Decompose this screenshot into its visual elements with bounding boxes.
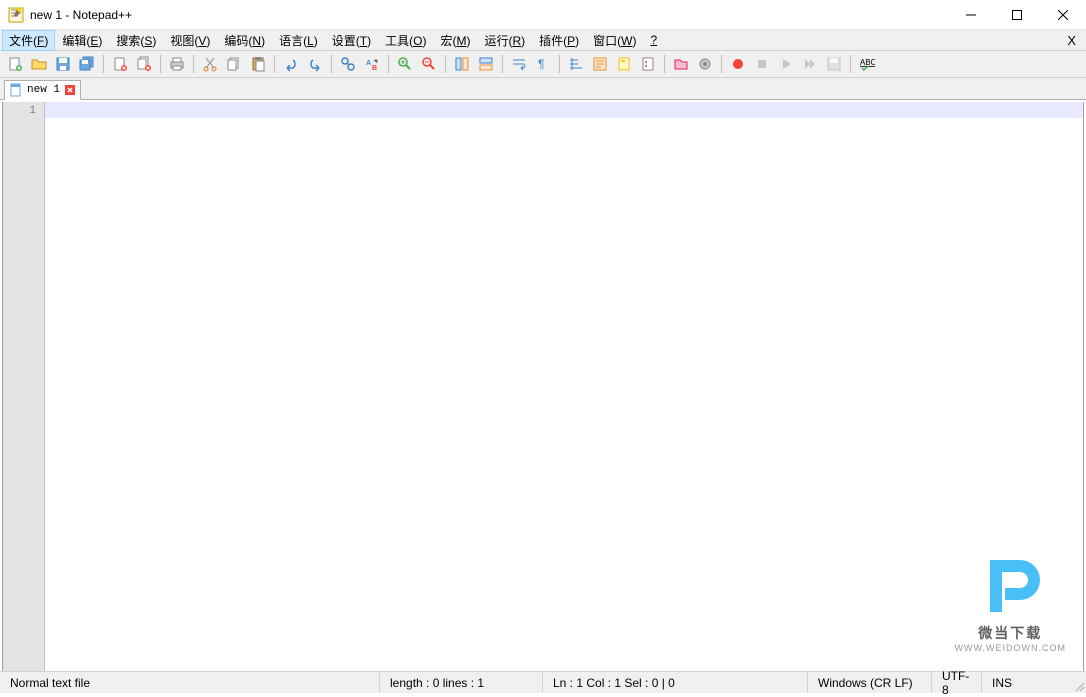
find-button[interactable]	[337, 53, 359, 75]
status-bar: Normal text file length : 0 lines : 1 Ln…	[0, 671, 1086, 693]
play-macro-multi-button[interactable]	[799, 53, 821, 75]
indent-guide-button[interactable]	[565, 53, 587, 75]
status-eol[interactable]: Windows (CR LF)	[808, 672, 932, 693]
editor-area: 1	[2, 102, 1084, 672]
svg-text:B: B	[372, 65, 377, 72]
sync-v-scroll-button[interactable]	[451, 53, 473, 75]
tab-label: new 1	[27, 84, 60, 96]
status-mode[interactable]: INS	[982, 672, 1022, 693]
zoom-in-button[interactable]	[394, 53, 416, 75]
replace-button[interactable]: AB	[361, 53, 383, 75]
user-lang-button[interactable]	[589, 53, 611, 75]
tab-close-button[interactable]	[64, 84, 76, 96]
svg-text:A: A	[366, 60, 371, 67]
cut-button[interactable]	[199, 53, 221, 75]
close-button[interactable]	[1040, 0, 1086, 29]
status-position: Ln : 1 Col : 1 Sel : 0 | 0	[543, 672, 808, 693]
menu-plugins[interactable]: 插件(P)	[532, 30, 586, 51]
line-number-gutter: 1	[3, 102, 45, 671]
save-button[interactable]	[52, 53, 74, 75]
menu-language[interactable]: 语言(L)	[272, 30, 325, 51]
new-file-button[interactable]	[4, 53, 26, 75]
menu-window[interactable]: 窗口(W)	[586, 30, 643, 51]
resize-grip[interactable]	[1070, 677, 1086, 693]
menu-search[interactable]: 搜索(S)	[109, 30, 163, 51]
print-button[interactable]	[166, 53, 188, 75]
undo-button[interactable]	[280, 53, 302, 75]
maximize-button[interactable]	[994, 0, 1040, 29]
doc-list-button[interactable]	[637, 53, 659, 75]
app-icon	[8, 7, 24, 23]
open-file-button[interactable]	[28, 53, 50, 75]
save-all-button[interactable]	[76, 53, 98, 75]
close-file-button[interactable]	[109, 53, 131, 75]
menu-edit[interactable]: 编辑(E)	[55, 30, 109, 51]
status-encoding[interactable]: UTF-8	[932, 672, 982, 693]
status-filetype: Normal text file	[0, 672, 380, 693]
sync-h-scroll-button[interactable]	[475, 53, 497, 75]
redo-button[interactable]	[304, 53, 326, 75]
line-number: 1	[3, 102, 44, 118]
menu-macro[interactable]: 宏(M)	[433, 30, 477, 51]
show-all-chars-button[interactable]: ¶	[532, 53, 554, 75]
folder-workspace-button[interactable]	[694, 53, 716, 75]
window-title: new 1 - Notepad++	[30, 8, 948, 22]
tab-bar: new 1	[0, 78, 1086, 100]
code-editor[interactable]	[45, 102, 1083, 671]
word-wrap-button[interactable]	[508, 53, 530, 75]
spellcheck-button[interactable]: ABC	[856, 53, 878, 75]
menu-encoding[interactable]: 编码(N)	[217, 30, 272, 51]
copy-button[interactable]	[223, 53, 245, 75]
function-list-button[interactable]	[670, 53, 692, 75]
doc-map-button[interactable]	[613, 53, 635, 75]
play-macro-button[interactable]	[775, 53, 797, 75]
save-macro-button[interactable]	[823, 53, 845, 75]
menu-bar: 文件(F) 编辑(E) 搜索(S) 视图(V) 编码(N) 语言(L) 设置(T…	[0, 30, 1086, 51]
minimize-button[interactable]	[948, 0, 994, 29]
title-bar: new 1 - Notepad++	[0, 0, 1086, 30]
menu-file[interactable]: 文件(F)	[2, 30, 55, 51]
menu-help[interactable]: ?	[643, 31, 664, 49]
close-all-button[interactable]	[133, 53, 155, 75]
status-length: length : 0 lines : 1	[380, 672, 543, 693]
file-icon	[9, 83, 23, 97]
toolbar: AB ¶ ABC	[0, 51, 1086, 78]
paste-button[interactable]	[247, 53, 269, 75]
record-macro-button[interactable]	[727, 53, 749, 75]
menu-settings[interactable]: 设置(T)	[325, 30, 378, 51]
current-line	[45, 102, 1083, 118]
tab-new1[interactable]: new 1	[4, 80, 81, 100]
svg-text:¶: ¶	[538, 57, 544, 71]
stop-macro-button[interactable]	[751, 53, 773, 75]
menu-run[interactable]: 运行(R)	[477, 30, 532, 51]
menu-close-x[interactable]: X	[1059, 33, 1084, 48]
menu-tools[interactable]: 工具(O)	[378, 30, 433, 51]
menu-view[interactable]: 视图(V)	[163, 30, 217, 51]
zoom-out-button[interactable]	[418, 53, 440, 75]
